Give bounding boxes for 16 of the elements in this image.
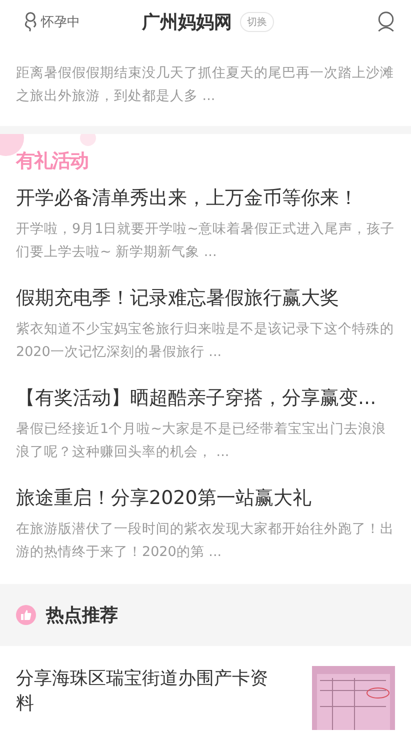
article-title[interactable]: 旅途重启！分享2020第一站赢大礼 <box>16 484 395 512</box>
article-title[interactable]: 分享海珠区瑞宝街道办围产卡资料 <box>16 666 278 730</box>
article-title[interactable]: 开学必备清单秀出来，上万金币等你来！ <box>16 184 395 212</box>
article-summary: 暑假已经接近1个月啦~大家是不是已经带着宝宝出门去浪浪浪了呢？这种赚回头率的机会， ... <box>16 420 387 462</box>
article-title[interactable]: 假期充电季！记录难忘暑假旅行赢大奖 <box>16 284 395 312</box>
article-summary: 距离暑假假假期结束没几天了抓住夏天的尾巴再一次踏上沙滩之旅出外旅游，到处都是人多 ... <box>16 64 395 106</box>
article-summary: 在旅游版潜伏了一段时间的紫衣发现大家都开始往外跑了！出游的热情终于来了！2020的第 ... <box>16 520 395 562</box>
article-title[interactable]: 【有奖活动】晒超酷亲子穿搭，分享赢变... <box>16 384 395 412</box>
baby-icon <box>22 12 39 32</box>
section-heading: 热点推荐 <box>46 604 118 627</box>
thumbs-up-icon <box>16 605 36 625</box>
article-summary: 紫衣知道不少宝妈宝爸旅行归来啦是不是该记录下这个特殊的2020一次记忆深刻的暑假旅行 ... <box>16 320 395 362</box>
section-heading: 有礼活动 <box>16 149 89 174</box>
status-label[interactable]: 怀孕中 <box>41 13 80 31</box>
site-title: 广州妈妈网 <box>142 11 232 34</box>
article-summary: 开学啦，9月1日就要开学啦~意味着暑假正式进入尾声，孩子们要上学去啦~ 新学期新气象 ... <box>16 220 395 262</box>
